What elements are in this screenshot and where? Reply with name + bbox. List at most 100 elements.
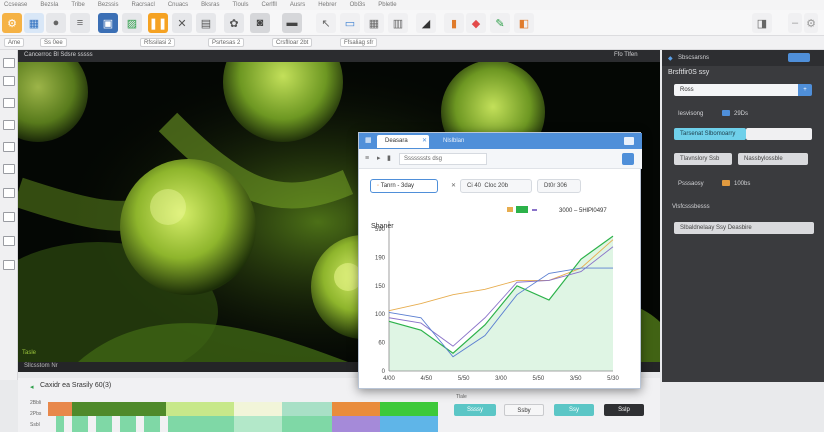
- menu-item-1[interactable]: Bezsla: [40, 2, 58, 8]
- row2-swatch: [722, 180, 730, 186]
- dialog-action-button[interactable]: [622, 153, 634, 165]
- panel-toggle-button[interactable]: [788, 53, 810, 62]
- bottom-field[interactable]: Slbaldnelaay Ssy Deasbire: [674, 222, 814, 234]
- cursor-icon[interactable]: ↖: [316, 13, 336, 33]
- legend-swatch-green: [516, 206, 528, 213]
- menu-item-8[interactable]: Cerlfll: [262, 2, 277, 8]
- y-tick-label-4: 190: [375, 255, 386, 261]
- camera-icon[interactable]: ▤: [196, 13, 216, 33]
- tool-grid-icon[interactable]: [3, 98, 15, 108]
- menu-item-12[interactable]: Pbletle: [378, 2, 396, 8]
- panel-add-button[interactable]: +: [798, 84, 812, 96]
- toolbar: ⚙ ▦ ● ≡ ▣ ▨ ❚❚ ✕ ▤ ✿ ◙ ▬ ↖ ▭ ▦ ▥ ◢ ▮ ◆ ✎…: [0, 10, 824, 36]
- row1-swatch: [722, 110, 730, 116]
- dialog-grid-icon: ▦: [365, 137, 372, 144]
- image-icon[interactable]: ▨: [122, 13, 142, 33]
- dialog-sub-input[interactable]: Sssssssts dsg: [399, 153, 487, 165]
- pen-icon[interactable]: ✎: [490, 13, 510, 33]
- address-field-e[interactable]: Crsflloar 2bt: [272, 38, 313, 47]
- x-tick-label-4: 5/50: [532, 376, 544, 382]
- triangle-icon[interactable]: ◢: [416, 13, 436, 33]
- bottom-expand-icon[interactable]: ◂: [30, 383, 34, 391]
- y-tick-label-1: 60: [378, 341, 385, 347]
- menu-item-11[interactable]: Obl3s: [350, 2, 366, 8]
- selected-item[interactable]: Tarsenat Slbomoarry: [674, 128, 746, 140]
- menu-item-3[interactable]: Bezssis: [98, 2, 119, 8]
- bottom-label-bot: Ssbl: [30, 422, 40, 428]
- x-tick-label-2: 5/50: [458, 376, 470, 382]
- pause-icon[interactable]: ❚❚: [148, 13, 168, 33]
- tag-a[interactable]: Tlavnslory Ssb: [674, 153, 732, 165]
- tool-table-icon[interactable]: [3, 120, 15, 130]
- bottom-button-2[interactable]: Ssby: [504, 404, 544, 416]
- menu-bar: Ccsease Bezsla Tribe Bezssis Racrsacl Cnuacs B…: [0, 0, 824, 10]
- bottom-label-mid: 2Pbs: [30, 411, 42, 417]
- dialog-field-clear-icon[interactable]: ✕: [451, 182, 456, 189]
- viewer-header-right[interactable]: Ffo Tlfen: [614, 52, 638, 58]
- menu-item-9[interactable]: Ausrs: [290, 2, 305, 8]
- menu-item-2[interactable]: Tribe: [71, 2, 84, 8]
- row1-value: 29Ds: [734, 111, 749, 117]
- app-icon[interactable]: ⚙: [2, 13, 22, 33]
- row2-value: 100bs: [734, 181, 751, 187]
- cross-tools-icon[interactable]: ✕: [172, 13, 192, 33]
- minimize-icon[interactable]: –: [788, 13, 802, 33]
- dialog-maximize-icon[interactable]: [624, 137, 634, 145]
- bottom-panel-label: Tlale: [456, 394, 467, 400]
- marker-icon[interactable]: ◆: [466, 13, 486, 33]
- menu-item-0[interactable]: Ccsease: [4, 2, 27, 8]
- list-icon[interactable]: ≡: [70, 13, 90, 33]
- dialog-main-field[interactable]: ◦ Tanrn - 3day: [370, 179, 438, 193]
- dialog-menu-icon[interactable]: ≡: [365, 155, 369, 162]
- panel-search-input[interactable]: Ross: [674, 84, 798, 96]
- window-icon[interactable]: ▭: [340, 13, 360, 33]
- tag-icon[interactable]: ◧: [514, 13, 534, 33]
- dialog-range-field[interactable]: Ci 40 Cloc 20b: [460, 179, 532, 193]
- x-tick-label-3: 3/00: [495, 376, 507, 382]
- menu-item-5[interactable]: Cnuacs: [168, 2, 188, 8]
- dialog-doc-icon[interactable]: ▮: [387, 154, 391, 162]
- settings-icon[interactable]: ⚙: [804, 13, 818, 33]
- y-tick-label-0: 0: [382, 369, 386, 375]
- address-field-c[interactable]: Rfssilasi 2: [140, 38, 176, 47]
- tool-chart-icon[interactable]: [3, 164, 15, 174]
- bottom-button-3[interactable]: Ssy: [554, 404, 594, 416]
- address-field-a[interactable]: Ame: [4, 38, 25, 47]
- panel-title: Sbscsarsns: [678, 55, 710, 61]
- molecule-icon[interactable]: ✿: [224, 13, 244, 33]
- dialog-back-icon[interactable]: ▸: [377, 154, 381, 162]
- user-icon[interactable]: ●: [46, 13, 66, 33]
- grid-icon[interactable]: ▦: [364, 13, 384, 33]
- tool-select-icon[interactable]: [3, 58, 15, 68]
- layers-icon[interactable]: ▥: [388, 13, 408, 33]
- menu-item-6[interactable]: Bksras: [201, 2, 219, 8]
- chart-icon[interactable]: ▮: [444, 13, 464, 33]
- tool-panel-icon[interactable]: [3, 142, 15, 152]
- address-field-d[interactable]: Psrtesas 2: [208, 38, 245, 47]
- tool-list-icon[interactable]: [3, 236, 15, 246]
- menu-item-10[interactable]: Hebrer: [318, 2, 336, 8]
- document-icon[interactable]: ▣: [98, 13, 118, 33]
- tool-layout-icon[interactable]: [3, 212, 15, 222]
- tool-frame-icon[interactable]: [3, 76, 15, 86]
- tab-second[interactable]: Nlslblan: [435, 135, 472, 148]
- menu-item-7[interactable]: Tlouls: [233, 2, 249, 8]
- dialog-date-field[interactable]: Dt0r 306: [537, 179, 581, 193]
- color-swatch-grid: [48, 402, 438, 432]
- address-field-f[interactable]: Ffsaliag sfr: [340, 38, 378, 47]
- paste-icon[interactable]: ◙: [250, 13, 270, 33]
- tool-cut-icon[interactable]: [3, 260, 15, 270]
- address-field-b[interactable]: Ss 0ee: [40, 38, 67, 47]
- viewer-footer-text: Sllcsstom Nr: [24, 363, 58, 369]
- bottom-button-1[interactable]: Ssssy: [454, 404, 496, 416]
- tag-b[interactable]: Nassbylossble: [738, 153, 808, 165]
- panel-toggle-icon[interactable]: ◨: [752, 13, 772, 33]
- save-icon[interactable]: ▬: [282, 13, 302, 33]
- bottom-button-4[interactable]: Sslp: [604, 404, 644, 416]
- tab-close-icon[interactable]: ✕: [422, 137, 427, 144]
- menu-item-4[interactable]: Racrsacl: [131, 2, 154, 8]
- legend-text: 3000 – 5HlPl0497: [559, 208, 607, 214]
- row2-label: Psssaosy: [678, 181, 704, 187]
- tool-stack-icon[interactable]: [3, 188, 15, 198]
- folder-icon[interactable]: ▦: [24, 13, 44, 33]
